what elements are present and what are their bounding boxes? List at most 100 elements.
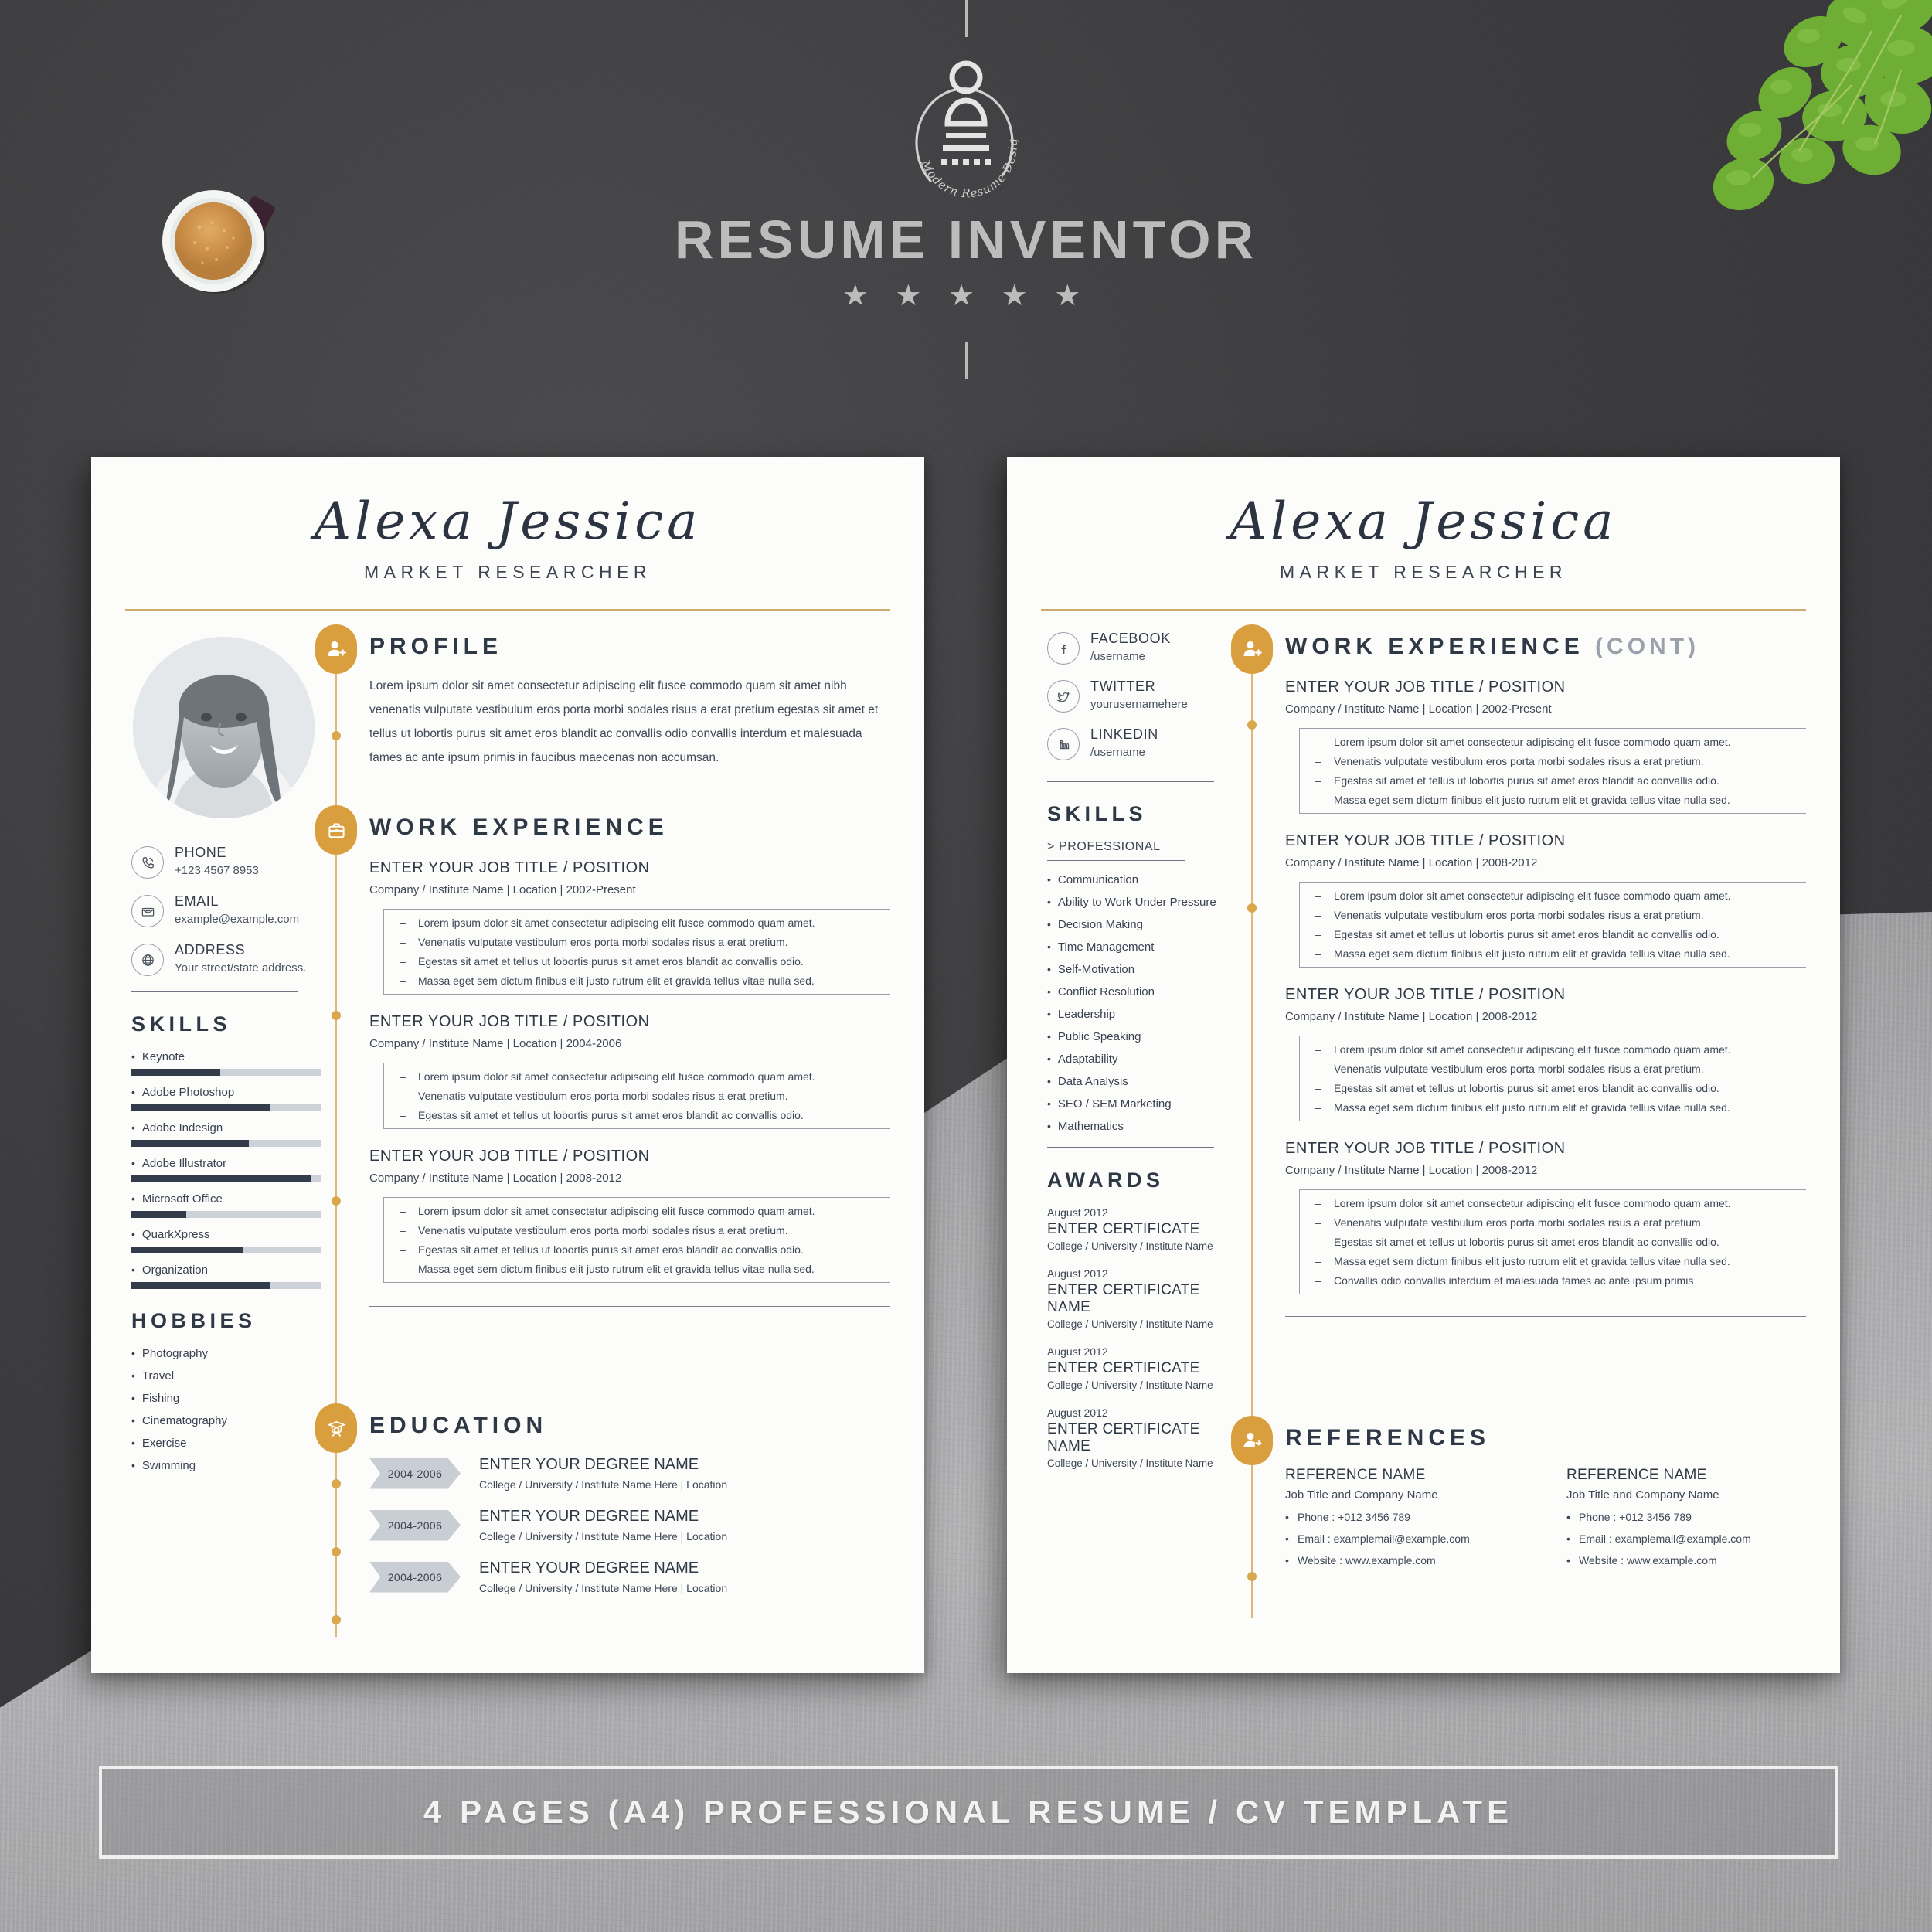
job-bullet: Lorem ipsum dolor sit amet consectetur a…: [1314, 889, 1806, 902]
award-date: August 2012: [1047, 1267, 1108, 1280]
social-value-facebook: /username: [1090, 649, 1145, 663]
award-item: August 2012 ENTER CERTIFICATE College / Un…: [1047, 1345, 1225, 1391]
job-bullet: Venenatis vulputate vestibulum eros port…: [398, 1090, 890, 1102]
education-degree: ENTER YOUR DEGREE NAME: [479, 1508, 699, 1525]
briefcase-icon: [315, 805, 357, 855]
contact-value-phone: +123 4567 8953: [175, 863, 259, 877]
social-label-linkedin: LINKEDIN: [1090, 726, 1158, 742]
professional-skill-item: Communication: [1047, 873, 1225, 886]
reference-contact-line: Email : examplemail@example.com: [1285, 1532, 1525, 1545]
social-list: FACEBOOK /username TWITTER yourusernameh…: [1047, 631, 1225, 760]
section-title-work: WORK EXPERIENCE: [369, 815, 668, 840]
resume-page-1[interactable]: Alexa Jessica MARKET RESEARCHER PHONE +1…: [91, 457, 924, 1673]
social-value-twitter: yourusernamehere: [1090, 697, 1188, 711]
award-institute: College / University / Institute Name: [1047, 1318, 1213, 1330]
page2-main: WORK EXPERIENCE (CONT) ENTER YOUR JOB TI…: [1231, 624, 1840, 1624]
job-bullet: Lorem ipsum dolor sit amet consectetur a…: [398, 1070, 890, 1083]
page1-sidebar: PHONE +123 4567 8953 EMAIL example@examp…: [91, 629, 321, 1643]
job-bullets: Lorem ipsum dolor sit amet consectetur a…: [383, 1063, 890, 1129]
skill-bar-item: Keynote: [131, 1050, 321, 1076]
education-institute: College / University / Institute Name He…: [479, 1530, 728, 1543]
skill-name: Adobe Photoshop: [131, 1086, 309, 1099]
timeline-line: [1251, 672, 1253, 1419]
skill-bar-fill: [131, 1281, 270, 1289]
job-bullet: Lorem ipsum dolor sit amet consectetur a…: [398, 917, 890, 929]
professional-skill-item: Conflict Resolution: [1047, 985, 1225, 998]
reference-contact-line: Phone : +012 3456 789: [1285, 1511, 1525, 1523]
contact-label-address: ADDRESS: [175, 942, 246, 957]
award-item: August 2012 ENTER CERTIFICATE NAME College…: [1047, 1267, 1225, 1330]
twitter-icon: [1047, 680, 1080, 713]
job-title: ENTER YOUR JOB TITLE / POSITION: [1285, 679, 1566, 696]
skill-name: Adobe Indesign: [131, 1121, 309, 1134]
education-list: 2004-2006 ENTER YOUR DEGREE NAME College /…: [369, 1456, 890, 1594]
timeline-dot: [1247, 903, 1257, 913]
resume-page-2[interactable]: Alexa Jessica MARKET RESEARCHER FACEBOOK: [1007, 457, 1840, 1673]
education-institute: College / University / Institute Name He…: [479, 1478, 728, 1491]
job-meta: Company / Institute Name | Location | 20…: [1285, 1010, 1538, 1023]
job-meta: Company / Institute Name | Location | 20…: [1285, 702, 1552, 716]
job-bullets: Lorem ipsum dolor sit amet consectetur a…: [383, 909, 890, 995]
timeline-dot: [332, 1196, 341, 1206]
education-row: 2004-2006 ENTER YOUR DEGREE NAME College /…: [369, 1560, 890, 1594]
hobby-item: Travel: [131, 1369, 309, 1383]
award-name: ENTER CERTIFICATE: [1047, 1220, 1200, 1237]
contact-row-phone: PHONE +123 4567 8953: [131, 845, 309, 879]
contact-list: PHONE +123 4567 8953 EMAIL example@examp…: [131, 845, 309, 976]
award-name: ENTER CERTIFICATE NAME: [1047, 1420, 1200, 1454]
education-year-tag: 2004-2006: [369, 1561, 461, 1593]
sidebar-heading-hobbies: HOBBIES: [131, 1308, 257, 1332]
sidebar-divider-1: [1047, 781, 1214, 782]
job-title: ENTER YOUR JOB TITLE / POSITION: [1285, 832, 1566, 849]
education-detail: ENTER YOUR DEGREE NAME College / Universi…: [479, 1508, 727, 1543]
reference-card: REFERENCE NAME Job Title and Company Name…: [1566, 1467, 1806, 1566]
timeline-line: [1251, 1464, 1253, 1618]
facebook-icon: [1047, 632, 1080, 665]
reference-name: REFERENCE NAME: [1566, 1467, 1707, 1483]
brand-stars: ★ ★ ★ ★ ★: [842, 280, 1090, 312]
section-title-references: REFERENCES: [1285, 1425, 1491, 1451]
award-item: August 2012 ENTER CERTIFICATE NAME College…: [1047, 1406, 1225, 1469]
social-row-facebook[interactable]: FACEBOOK /username: [1047, 631, 1225, 665]
section-profile: PROFILE Lorem ipsum dolor sit amet conse…: [315, 624, 890, 819]
brand-title: RESUME INVENTOR: [674, 209, 1258, 270]
graduation-icon: [315, 1403, 357, 1453]
job-bullet: Egestas sit amet et tellus ut lobortis p…: [1314, 1236, 1806, 1248]
section-title-work-cont: WORK EXPERIENCE (CONT): [1285, 629, 1806, 660]
user-share-icon: [1231, 1416, 1273, 1465]
job-bullets: Lorem ipsum dolor sit amet consectetur a…: [1299, 1189, 1806, 1294]
professional-skill-item: Decision Making: [1047, 918, 1225, 931]
social-row-linkedin[interactable]: LINKEDIN /username: [1047, 726, 1225, 760]
skill-bar-item: QuarkXpress: [131, 1228, 321, 1253]
brand-logo-block: Modern Resume Design RESUME INVENTOR ★ ★…: [0, 0, 1932, 379]
email-icon: [131, 895, 164, 927]
reference-grid: REFERENCE NAME Job Title and Company Name…: [1285, 1467, 1806, 1566]
job-bullet: Venenatis vulputate vestibulum eros port…: [1314, 1063, 1806, 1075]
education-degree: ENTER YOUR DEGREE NAME: [479, 1456, 699, 1473]
job-bullet: Massa eget sem dictum finibus elit justo…: [1314, 1101, 1806, 1114]
logo-tick-bottom: [965, 342, 968, 379]
job-bullet: Egestas sit amet et tellus ut lobortis p…: [398, 955, 890, 968]
social-row-twitter[interactable]: TWITTER yourusernamehere: [1047, 679, 1225, 713]
section-title-profile: PROFILE: [369, 634, 503, 659]
job-bullet: Egestas sit amet et tellus ut lobortis p…: [1314, 1082, 1806, 1094]
job-title: ENTER YOUR JOB TITLE / POSITION: [1285, 986, 1566, 1003]
professional-skill-item: Public Speaking: [1047, 1030, 1225, 1043]
job-title: ENTER YOUR JOB TITLE / POSITION: [369, 859, 650, 876]
hobby-item: Fishing: [131, 1392, 309, 1405]
job-bullet: Lorem ipsum dolor sit amet consectetur a…: [1314, 1043, 1806, 1056]
professional-skill-item: Mathematics: [1047, 1120, 1225, 1133]
skills-subheading-underline: [1047, 859, 1185, 862]
job-meta: Company / Institute Name | Location | 20…: [369, 883, 636, 896]
reference-job-title: Job Title and Company Name: [1566, 1488, 1719, 1502]
page-subtitle-role: MARKET RESEARCHER: [1279, 562, 1568, 582]
award-institute: College / University / Institute Name: [1047, 1240, 1213, 1252]
sidebar-heading-skills: SKILLS: [1047, 801, 1148, 825]
contact-label-email: EMAIL: [175, 893, 219, 909]
professional-skill-item: Adaptability: [1047, 1053, 1225, 1066]
job-bullet: Lorem ipsum dolor sit amet consectetur a…: [398, 1205, 890, 1217]
skill-bar-track: [131, 1139, 321, 1147]
skill-bar-item: Microsoft Office: [131, 1192, 321, 1218]
timeline-dot: [332, 731, 341, 740]
page-title-name: Alexa Jessica: [314, 492, 702, 551]
